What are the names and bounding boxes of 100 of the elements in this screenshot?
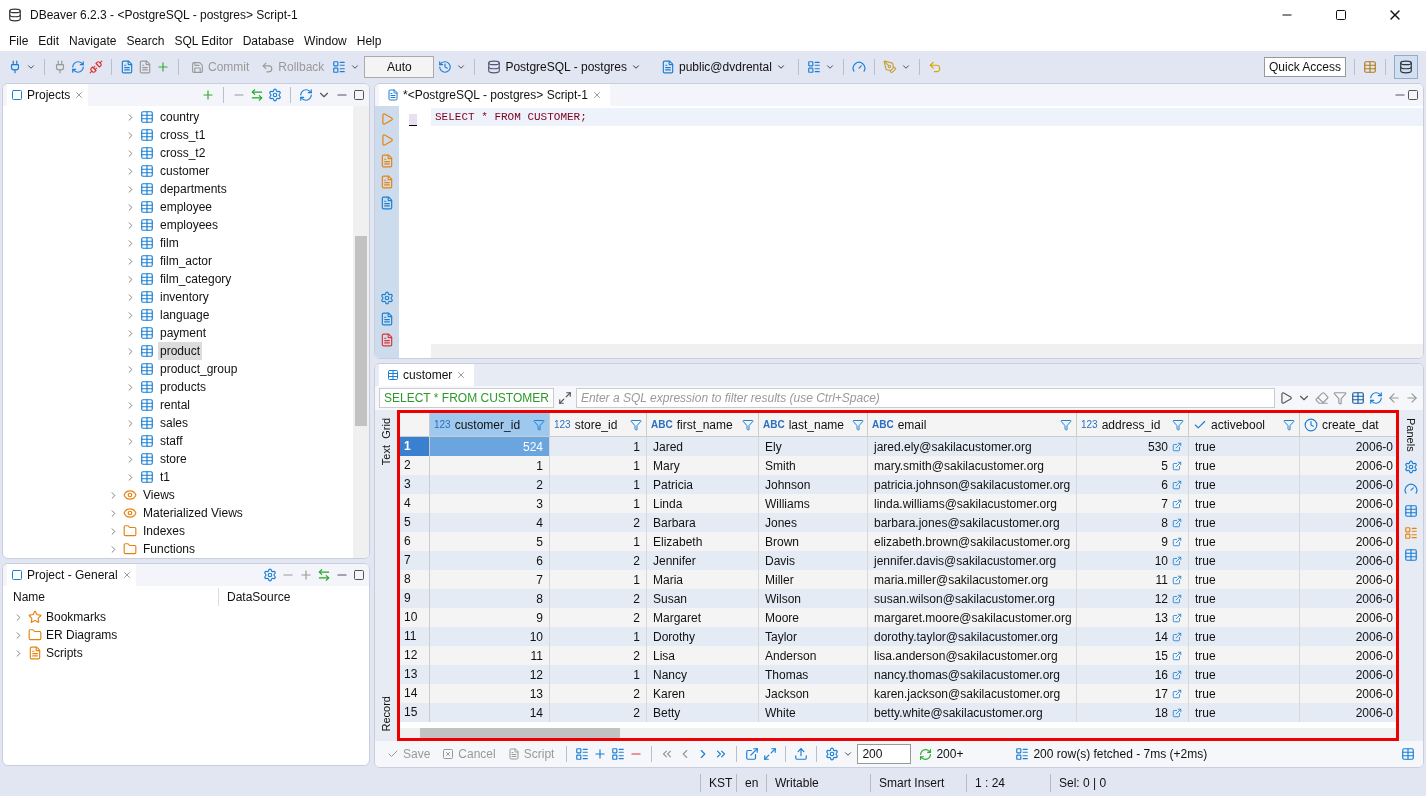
plus-icon[interactable] <box>156 60 170 74</box>
link-icon[interactable] <box>1172 688 1182 699</box>
tree-item[interactable]: inventory <box>158 288 211 306</box>
query-label[interactable]: SELECT * FROM CUSTOMER <box>379 388 554 408</box>
close-icon[interactable] <box>456 370 467 380</box>
script-icon[interactable] <box>138 60 152 74</box>
grid-icon[interactable] <box>1351 391 1365 405</box>
close-icon[interactable] <box>74 90 85 100</box>
unplug-icon[interactable] <box>89 60 103 74</box>
results-tab[interactable]: customer <box>379 364 475 386</box>
menu-item[interactable]: Navigate <box>64 31 122 50</box>
scrollbar[interactable] <box>353 106 369 558</box>
caret-icon[interactable] <box>824 62 835 72</box>
tree-item[interactable]: store <box>158 450 189 468</box>
run-new-tab-icon[interactable] <box>380 133 394 147</box>
tree-item[interactable]: product <box>158 342 203 360</box>
tree-item[interactable]: product_group <box>158 360 240 378</box>
tree-item[interactable]: film <box>158 234 181 252</box>
sort-filter-icon[interactable] <box>1283 418 1295 431</box>
export-icon[interactable] <box>380 312 394 326</box>
sort-filter-icon[interactable] <box>630 418 642 431</box>
filter-icon[interactable] <box>1333 391 1347 405</box>
maximize-icon[interactable] <box>353 89 365 101</box>
sort-filter-icon[interactable] <box>742 418 754 431</box>
mode-button[interactable]: Auto <box>364 56 435 78</box>
list-icon[interactable] <box>806 60 821 74</box>
history-icon[interactable] <box>438 60 453 74</box>
caret-icon[interactable] <box>350 62 361 72</box>
tree-item[interactable]: film_category <box>158 270 234 288</box>
column-header[interactable]: DataSource <box>219 588 299 606</box>
column-header[interactable]: Name <box>3 588 219 606</box>
run-script-icon[interactable] <box>380 154 394 168</box>
link-icon[interactable] <box>1172 669 1182 680</box>
export-icon[interactable] <box>794 747 809 761</box>
settings-icon[interactable] <box>380 291 394 305</box>
column-header[interactable]: ABC first_name <box>647 413 759 436</box>
tree-item[interactable]: sales <box>158 414 190 432</box>
link-icon[interactable] <box>1172 536 1182 547</box>
sort-filter-icon[interactable] <box>533 418 545 431</box>
sort-filter-icon[interactable] <box>852 418 865 431</box>
link-icon[interactable] <box>1172 479 1182 490</box>
fetch-size-field[interactable]: 200 <box>857 744 912 764</box>
tree-item[interactable]: rental <box>158 396 193 414</box>
row-number[interactable]: 15 <box>400 703 430 722</box>
menu-item[interactable]: Help <box>351 31 387 50</box>
sql-code[interactable]: SELECT * FROM CUSTOMER; <box>435 108 587 126</box>
link-icon[interactable] <box>1172 555 1182 566</box>
menu-item[interactable]: File <box>4 31 34 50</box>
menu-item[interactable]: SQL Editor <box>169 31 238 50</box>
side-tab[interactable]: Panels <box>1402 418 1420 452</box>
tree-item[interactable]: customer <box>158 162 212 180</box>
panel-tab[interactable]: Project - General <box>7 564 136 586</box>
tree-item[interactable]: Functions <box>141 540 198 558</box>
horizontal-scrollbar[interactable] <box>431 344 1423 358</box>
refresh-icon[interactable] <box>71 60 85 74</box>
tree-item[interactable]: Materialized Views <box>141 504 245 522</box>
row-number[interactable]: 1 <box>400 437 430 456</box>
gauge-icon[interactable] <box>851 60 866 74</box>
link-icon[interactable] <box>1172 441 1182 452</box>
tree-item[interactable]: departments <box>158 180 229 198</box>
menu-item[interactable]: Edit <box>33 31 65 50</box>
back-arrow-icon[interactable] <box>927 60 942 74</box>
schema-selector[interactable]: public@dvdrental <box>657 58 790 76</box>
link-icon[interactable] <box>1172 517 1182 528</box>
perspective-button[interactable] <box>1394 55 1418 79</box>
tree-item[interactable]: language <box>158 306 212 324</box>
link-icon[interactable] <box>1172 707 1182 718</box>
tree-item[interactable]: products <box>158 378 209 396</box>
quick-access-field[interactable]: Quick Access <box>1263 57 1346 77</box>
expand-icon[interactable] <box>557 391 572 405</box>
side-tab[interactable]: Grid <box>377 418 395 439</box>
tree-item[interactable]: Indexes <box>141 522 188 540</box>
problems-icon[interactable] <box>380 333 394 347</box>
tree-item[interactable]: employee <box>158 198 215 216</box>
link-icon[interactable] <box>1172 612 1182 623</box>
column-header[interactable]: ABC last_name <box>759 413 868 436</box>
run-icon[interactable] <box>380 112 394 126</box>
sort-filter-icon[interactable] <box>1060 418 1072 431</box>
caret-icon[interactable] <box>26 62 36 72</box>
navigate-icon[interactable] <box>745 747 760 761</box>
link-icon[interactable] <box>317 568 331 582</box>
close-icon[interactable] <box>121 570 132 580</box>
close-icon[interactable] <box>592 90 602 100</box>
link-icon[interactable] <box>1172 593 1182 604</box>
plug-icon[interactable] <box>8 60 22 74</box>
settings-icon[interactable] <box>263 568 277 582</box>
refresh-icon[interactable] <box>1369 391 1383 405</box>
caret-icon[interactable] <box>843 749 854 759</box>
menu-item[interactable]: Search <box>121 31 170 50</box>
plug-icon[interactable] <box>53 60 67 74</box>
connection-selector[interactable]: PostgreSQL - postgres <box>483 58 645 76</box>
maximize-icon[interactable] <box>353 569 365 581</box>
link-icon[interactable] <box>250 88 264 102</box>
link-icon[interactable] <box>1172 498 1182 509</box>
column-header[interactable]: ABC email <box>868 413 1077 436</box>
column-header[interactable]: 123 address_id <box>1077 413 1189 436</box>
fetch-more-button[interactable]: 200+ <box>915 745 968 763</box>
link-icon[interactable] <box>1172 650 1182 661</box>
run-script-new-icon[interactable] <box>380 175 394 189</box>
tree-item[interactable]: country <box>158 108 202 126</box>
